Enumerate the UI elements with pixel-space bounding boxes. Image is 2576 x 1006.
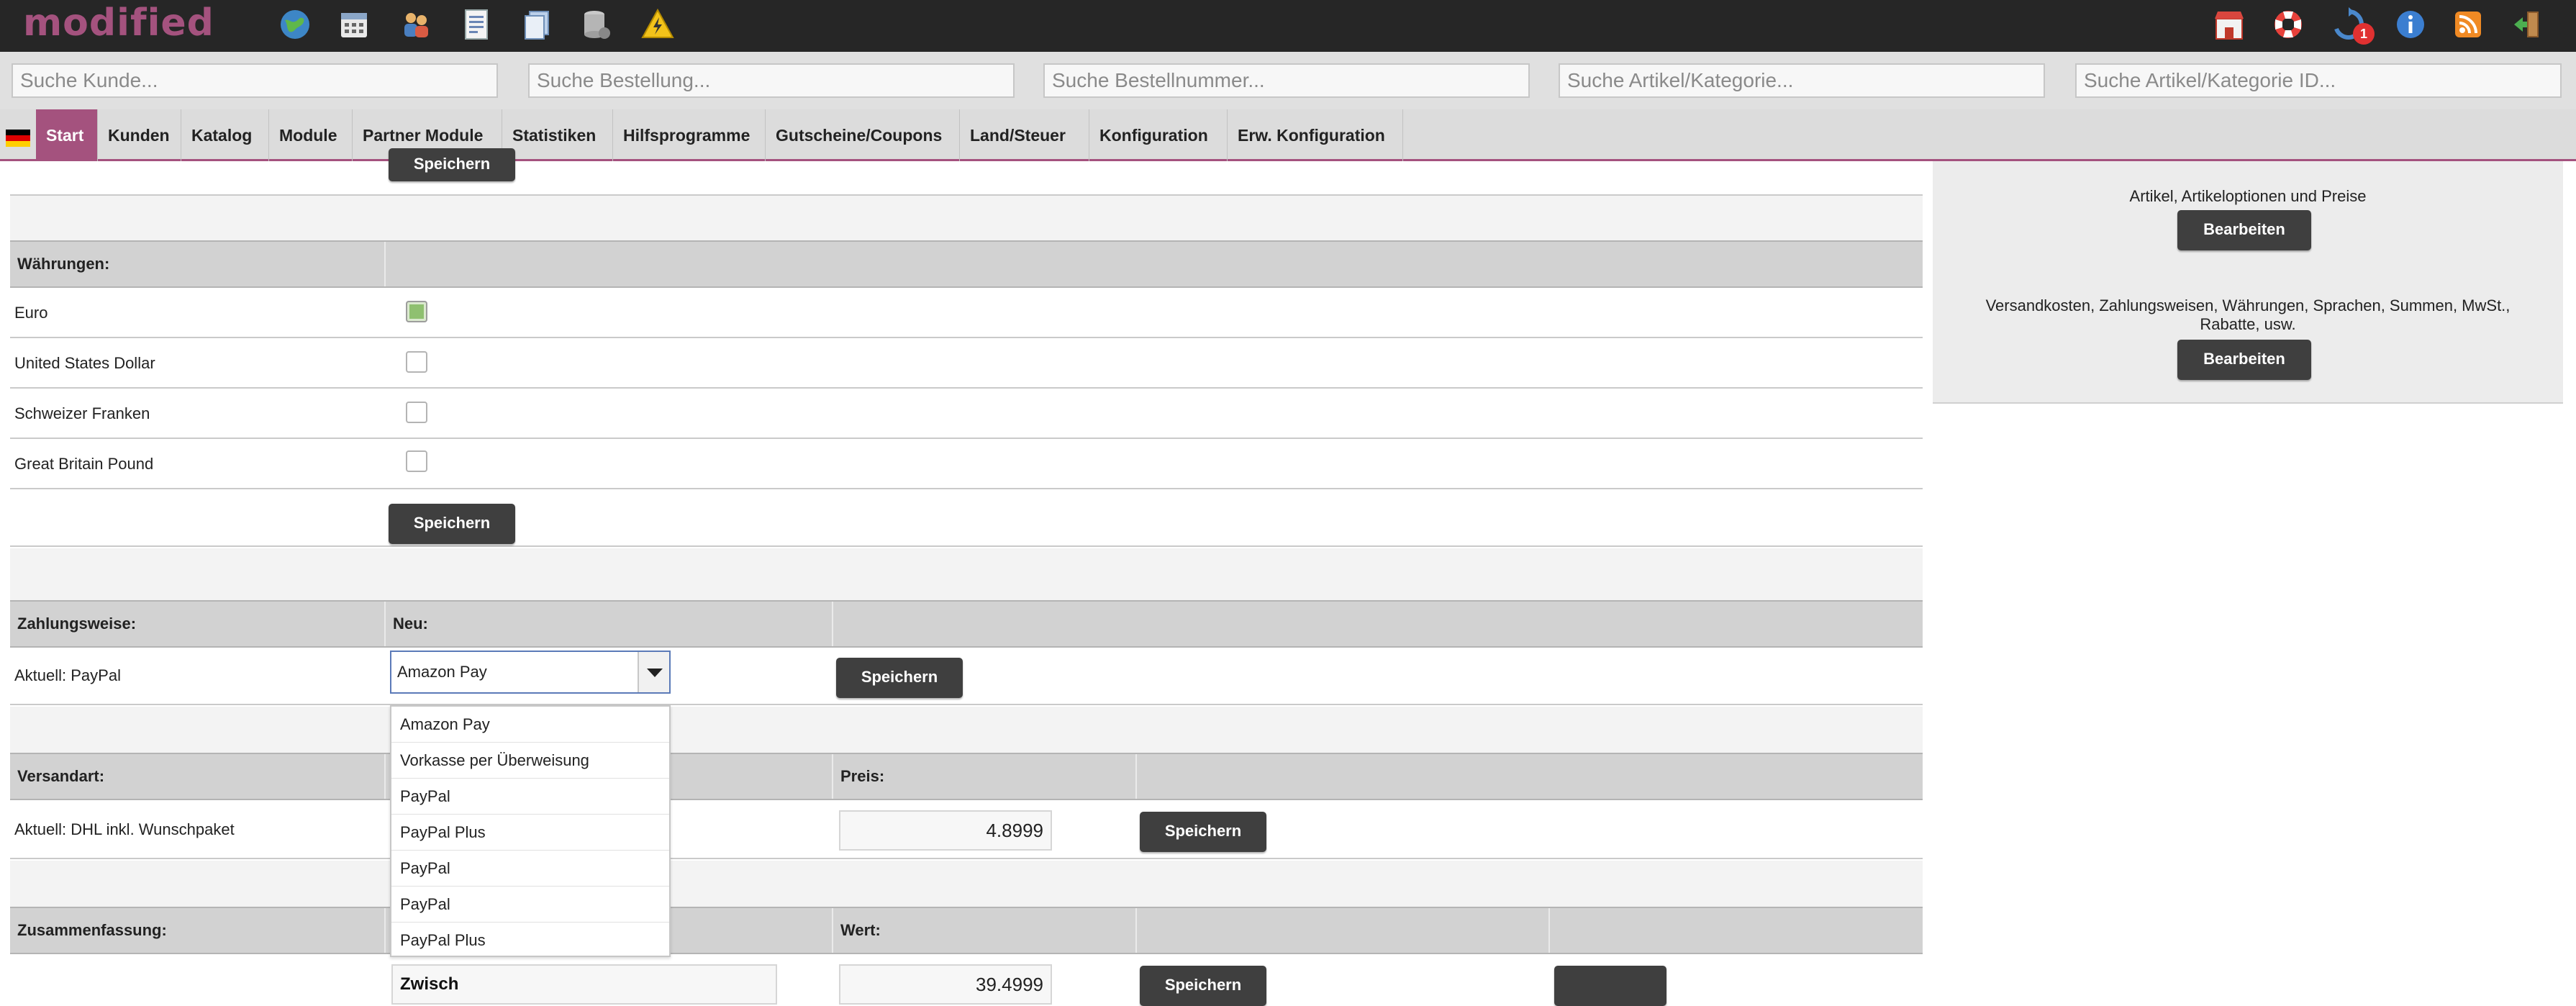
currency-row: United States Dollar	[10, 338, 1923, 389]
payment-row: Aktuell: PayPal	[10, 648, 1923, 705]
search-article-input[interactable]: Suche Artikel/Kategorie...	[1559, 63, 2045, 98]
summary-value-input[interactable]: 39.4999	[839, 964, 1052, 1005]
logo[interactable]: modified	[23, 1, 214, 45]
section-spacer	[10, 196, 1923, 240]
shipping-header-blank	[1135, 754, 1923, 799]
rss-icon[interactable]	[2451, 7, 2485, 42]
database-icon[interactable]	[579, 7, 613, 42]
tab-statistiken[interactable]: Statistiken	[502, 109, 613, 161]
currency-label: Schweizer Franken	[14, 404, 150, 422]
edit-articles-button[interactable]: Bearbeiten	[2177, 210, 2311, 250]
currency-header-blank	[384, 242, 1923, 286]
currency-checkbox[interactable]	[406, 402, 427, 423]
payment-dropdown-list: Amazon Pay Vorkasse per Überweisung PayP…	[390, 705, 671, 957]
right-sidebar-panel: Artikel, Artikeloptionen und Preise Bear…	[1933, 161, 2563, 404]
tab-module[interactable]: Module	[269, 109, 353, 161]
search-order-number-input[interactable]: Suche Bestellnummer...	[1043, 63, 1530, 98]
previous-section-row	[10, 161, 1923, 196]
payment-save-button[interactable]: Speichern	[836, 658, 963, 698]
summary-value-header: Wert:	[832, 908, 1135, 953]
search-bar: Suche Kunde... Suche Bestellung... Suche…	[0, 52, 2576, 109]
currency-checkbox[interactable]	[406, 301, 427, 322]
payment-select[interactable]: Amazon Pay	[390, 651, 671, 694]
summary-header-blank	[1548, 908, 1923, 953]
shipping-header: Versandart:	[17, 767, 105, 785]
summary-save-button[interactable]: Speichern	[1140, 966, 1266, 1006]
shop-icon[interactable]	[2212, 7, 2246, 42]
section-spacer	[10, 861, 1923, 907]
summary-header-blank	[1135, 908, 1548, 953]
documents-icon[interactable]	[520, 7, 554, 42]
refresh-button[interactable]: 1	[2331, 6, 2375, 47]
search-article-id-input[interactable]: Suche Artikel/Kategorie ID...	[2075, 63, 2562, 98]
payment-new-header: Neu:	[384, 602, 832, 646]
currency-checkbox[interactable]	[406, 450, 427, 472]
search-customer-input[interactable]: Suche Kunde...	[12, 63, 498, 98]
payment-header-blank	[832, 602, 1923, 646]
currency-row: Euro	[10, 288, 1923, 338]
dropdown-option[interactable]: PayPal Plus	[391, 815, 669, 851]
tab-gutscheine-coupons[interactable]: Gutscheine/Coupons	[766, 109, 960, 161]
payment-current-label: Aktuell: PayPal	[14, 666, 121, 684]
currency-save-button[interactable]: Speichern	[389, 504, 515, 544]
shipping-payment-section-label: Versandkosten, Zahlungsweisen, Währungen…	[1985, 296, 2511, 333]
shipping-save-button[interactable]: Speichern	[1140, 812, 1266, 852]
currency-save-row	[10, 489, 1923, 547]
dropdown-option[interactable]: PayPal	[391, 851, 669, 887]
currency-header-row: Währungen:	[10, 240, 1923, 288]
info-icon[interactable]	[2393, 7, 2428, 42]
tab-konfiguration[interactable]: Konfiguration	[1089, 109, 1228, 161]
dropdown-option[interactable]: PayPal Plus	[391, 923, 669, 959]
currency-label: United States Dollar	[14, 354, 155, 372]
tab-kunden[interactable]: Kunden	[98, 109, 181, 161]
tab-katalog[interactable]: Katalog	[181, 109, 269, 161]
section-spacer	[10, 548, 1923, 600]
dropdown-option[interactable]: Vorkasse per Überweisung	[391, 743, 669, 779]
summary-header: Zusammenfassung:	[17, 921, 167, 939]
save-button-top[interactable]: Speichern	[389, 148, 515, 181]
tab-land-steuer[interactable]: Land/Steuer	[960, 109, 1089, 161]
summary-header-row: Zusammenfassung: Wert:	[10, 907, 1923, 954]
edit-shipping-payment-button[interactable]: Bearbeiten	[2177, 340, 2311, 380]
payment-select-value: Amazon Pay	[397, 663, 487, 681]
dropdown-option[interactable]: PayPal	[391, 779, 669, 815]
german-flag-icon[interactable]	[6, 130, 30, 147]
chevron-down-icon[interactable]	[638, 652, 669, 692]
dropdown-option[interactable]: Amazon Pay	[391, 707, 669, 743]
currency-label: Great Britain Pound	[14, 455, 154, 473]
tab-start[interactable]: Start	[36, 109, 98, 161]
logout-icon[interactable]	[2510, 7, 2544, 42]
notification-badge: 1	[2353, 23, 2375, 45]
globe-icon[interactable]	[278, 7, 312, 42]
currency-row: Schweizer Franken	[10, 389, 1923, 439]
payment-header: Zahlungsweise:	[17, 615, 137, 633]
shipping-header-row: Versandart: Preis:	[10, 753, 1923, 800]
shipping-price-header: Preis:	[832, 754, 1135, 799]
shipping-price-input[interactable]: 4.8999	[839, 810, 1052, 851]
main-nav: Start Kunden Katalog Module Partner Modu…	[0, 109, 2576, 161]
payment-header-row: Zahlungsweise: Neu:	[10, 600, 1923, 648]
articles-section-label: Artikel, Artikeloptionen und Preise	[2129, 187, 2367, 205]
shipping-current-label: Aktuell: DHL inkl. Wunschpaket	[14, 820, 235, 838]
section-spacer	[10, 707, 1923, 753]
summary-title-input[interactable]: Zwisch	[391, 964, 777, 1005]
summary-delete-button[interactable]	[1554, 966, 1666, 1006]
top-header: modified 1	[0, 0, 2576, 52]
tab-hilfsprogramme[interactable]: Hilfsprogramme	[613, 109, 766, 161]
currency-checkbox[interactable]	[406, 351, 427, 373]
users-icon[interactable]	[399, 7, 433, 42]
search-order-input[interactable]: Suche Bestellung...	[528, 63, 1015, 98]
currency-row: Great Britain Pound	[10, 439, 1923, 489]
main-content: Speichern Währungen: Euro United States …	[0, 148, 2576, 1006]
dropdown-option[interactable]: PayPal	[391, 887, 669, 923]
tab-erw-konfiguration[interactable]: Erw. Konfiguration	[1228, 109, 1403, 161]
warning-icon[interactable]	[640, 7, 675, 42]
lifebuoy-icon[interactable]	[2271, 7, 2305, 42]
currency-header: Währungen:	[17, 255, 110, 273]
invoice-icon[interactable]	[459, 7, 494, 42]
calendar-icon[interactable]	[337, 7, 371, 42]
currency-label: Euro	[14, 304, 48, 322]
